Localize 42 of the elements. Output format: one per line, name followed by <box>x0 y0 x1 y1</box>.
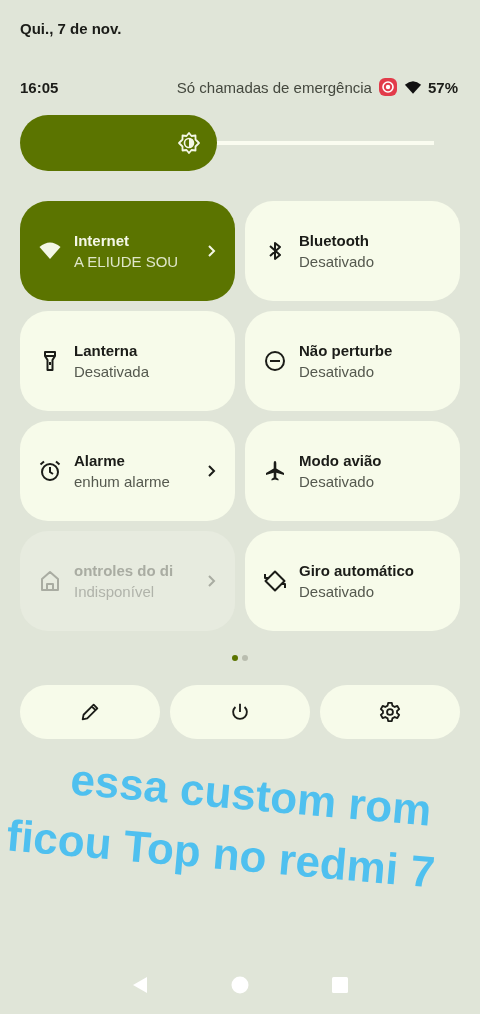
wifi-signal-icon <box>403 79 422 95</box>
clock-time: 16:05 <box>20 78 60 96</box>
tile-status: A ELIUDE SOU <box>74 253 180 270</box>
quick-settings-tile[interactable]: Lanterna Desativada <box>20 311 235 411</box>
edit-button[interactable] <box>20 685 160 739</box>
date-text: Qui., 7 de nov. <box>20 20 122 39</box>
pencil-icon <box>79 701 101 723</box>
power-icon <box>229 701 251 723</box>
quick-settings-tile[interactable]: Giro automático Desativado <box>245 531 460 631</box>
carrier-status: Só chamadas de emergência <box>176 78 372 96</box>
tile-status: Desativado <box>299 473 376 490</box>
tile-status: Desativada <box>74 363 151 380</box>
tile-title: Internet <box>74 232 130 249</box>
tile-title: Bluetooth <box>299 232 370 249</box>
quick-settings-tile[interactable]: Bluetooth Desativado <box>245 201 460 301</box>
tile-title: Lanterna <box>74 342 139 359</box>
quick-settings-tile[interactable]: Internet A ELIUDE SOU <box>20 201 235 301</box>
tile-status: Desativado <box>299 583 376 600</box>
alarm-clock-icon <box>38 459 62 483</box>
home-icon[interactable] <box>230 975 250 995</box>
home-icon <box>38 569 62 593</box>
power-button[interactable] <box>170 685 310 739</box>
quick-settings-tile[interactable]: Não perturbe Desativado <box>245 311 460 411</box>
record-icon <box>377 77 398 97</box>
quick-settings-tile[interactable]: Alarme enhum alarme <box>20 421 235 521</box>
tile-title: Modo avião <box>299 452 383 469</box>
tile-status: Desativado <box>299 363 376 380</box>
settings-icon <box>379 701 401 723</box>
tile-status: Desativado <box>299 253 376 270</box>
tile-title: Alarme <box>74 452 126 469</box>
tile-title: Não perturbe <box>299 342 394 359</box>
airplane-icon <box>263 459 287 483</box>
tile-title: Giro automático <box>299 562 415 579</box>
tile-status: Indisponível <box>74 583 156 600</box>
quick-settings-tile[interactable]: Modo avião Desativado <box>245 421 460 521</box>
rotate-icon <box>263 569 287 593</box>
do-not-disturb-icon <box>263 349 287 373</box>
settings-button[interactable] <box>320 685 460 739</box>
battery-level: 57% <box>427 78 458 96</box>
tile-title: ontroles do di <box>74 562 175 579</box>
tile-status: enhum alarme <box>74 473 171 490</box>
recents-icon[interactable] <box>330 975 350 995</box>
